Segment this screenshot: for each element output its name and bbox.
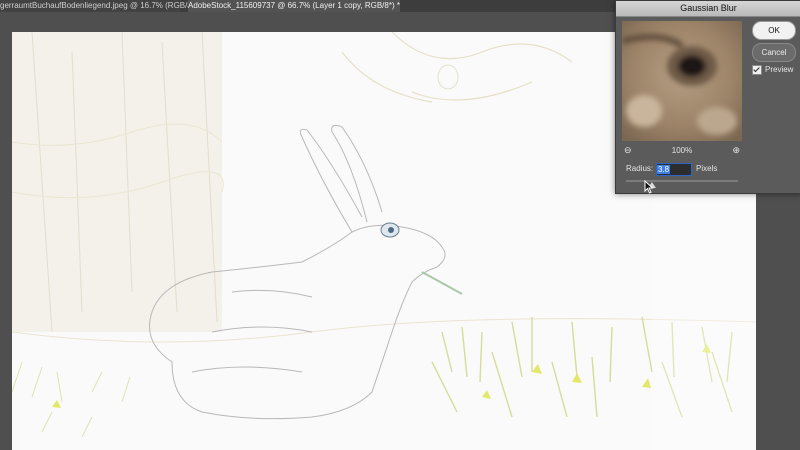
radius-unit-label: Pixels	[696, 164, 718, 173]
radius-label: Radius:	[626, 164, 654, 173]
ok-button[interactable]: OK	[752, 21, 796, 40]
tab-document-2[interactable]: AdobeStock_115609737 @ 66.7% (Layer 1 co…	[188, 0, 400, 12]
gaussian-blur-dialog: Gaussian Blur ⊖ 100% ⊕ OK Cancel Preview…	[615, 0, 800, 194]
dialog-title[interactable]: Gaussian Blur	[616, 1, 800, 17]
radius-value: 3.8	[657, 165, 671, 174]
preview-checkbox-row[interactable]: Preview	[752, 65, 793, 75]
pointer-cursor-icon	[644, 180, 654, 194]
preview-zoom-controls: ⊖ 100% ⊕	[622, 145, 742, 157]
cancel-button[interactable]: Cancel	[752, 43, 796, 62]
radius-slider-track[interactable]	[626, 180, 738, 182]
radius-row: Radius: 3.8 Pixels	[626, 163, 796, 176]
blur-preview-thumbnail[interactable]	[622, 21, 742, 141]
zoom-in-icon[interactable]: ⊕	[732, 145, 740, 156]
tab-document-1[interactable]: gerraumtBuchaufBodenliegend.jpeg @ 16.7%…	[0, 0, 198, 12]
radius-input[interactable]: 3.8	[656, 163, 692, 176]
preview-checkbox[interactable]	[752, 65, 762, 75]
preview-label: Preview	[765, 65, 794, 75]
rabbit-eye-preview	[622, 21, 742, 141]
zoom-level: 100%	[671, 146, 693, 155]
